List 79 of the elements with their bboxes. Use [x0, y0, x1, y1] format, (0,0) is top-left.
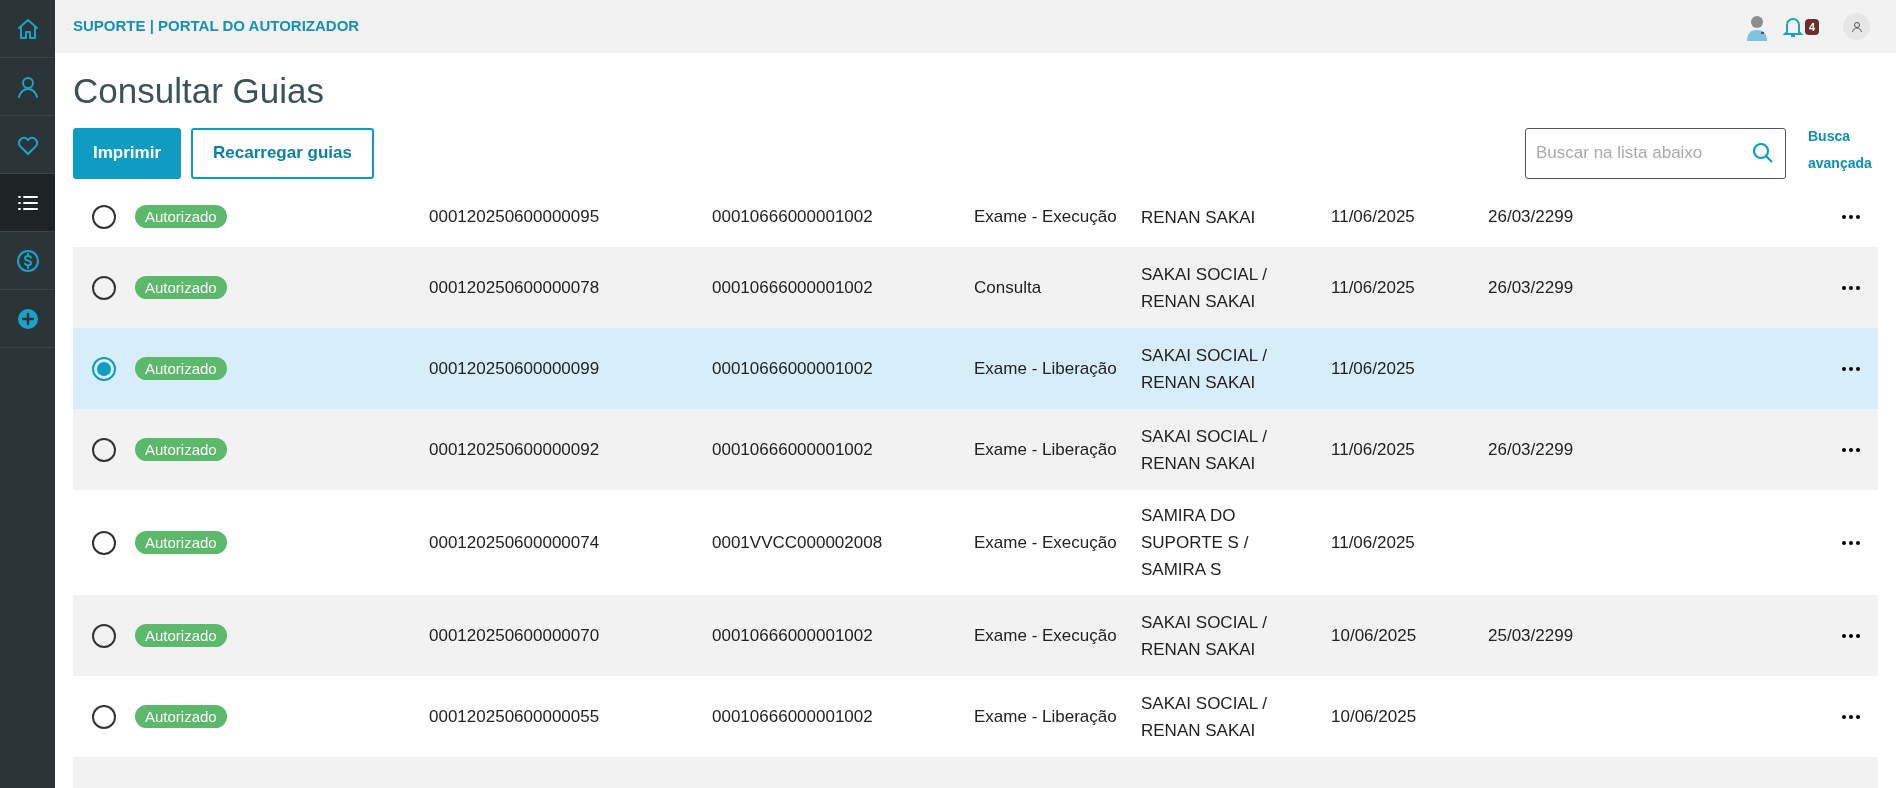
- table-row[interactable]: Autorizado 000120250600000092 00010666000001002 Exame - Liberação SAKAI SOCIAL / RENAN SAKAI 11/06/2025 26/03/2299: [73, 409, 1878, 490]
- table-cell-text: 000120250600000092: [429, 438, 601, 461]
- radio-button[interactable]: [92, 530, 116, 555]
- table-cell-text: 11/06/2025: [1331, 357, 1416, 380]
- advanced-search-link[interactable]: Busca avançada: [1808, 123, 1878, 177]
- table-cell-text: 11/06/2025: [1331, 205, 1416, 228]
- dollar-icon: [15, 248, 40, 273]
- table-cell-text: Exame - Liberação: [974, 357, 1118, 380]
- table-cell-text: SAMIRA DO SUPORTE S / SAMIRA S: [1141, 505, 1250, 581]
- table-cell-text: 00010666000001002: [712, 624, 874, 647]
- user-menu-button[interactable]: [1843, 13, 1870, 40]
- page-title: Consultar Guias: [73, 70, 325, 112]
- table-cell-text: 00010666000001002: [712, 438, 874, 461]
- notification-count: 4: [1804, 18, 1819, 35]
- table-cell-text: Exame - Execução: [974, 531, 1118, 554]
- table-cell-text: 10/06/2025: [1331, 705, 1418, 728]
- table-cell-text: SAKAI SOCIAL / RENAN SAKAI: [1141, 344, 1268, 394]
- home-icon: [15, 16, 40, 41]
- status-badge: Autorizado: [135, 704, 227, 728]
- more-options-icon[interactable]: [1842, 714, 1860, 719]
- more-options-icon[interactable]: [1842, 447, 1860, 452]
- table-cell-text: 10/06/2025: [1331, 624, 1418, 647]
- table-row[interactable]: Autorizado 000120250600000070 00010666000001002 Exame - Execução SAKAI SOCIAL / RENAN SAKAI 10/06/2025 25/03/2299: [73, 595, 1878, 676]
- table-cell-text: 11/06/2025: [1331, 531, 1416, 554]
- sidebar-item[interactable]: [0, 174, 55, 232]
- user-icon: [15, 74, 40, 99]
- radio-button[interactable]: [92, 623, 116, 648]
- table-row[interactable]: Autorizado 000120250600000078 00010666000001002 Consulta SAKAI SOCIAL / RENAN SAKAI 11/06/2025 26/03/2299: [73, 247, 1878, 328]
- more-options-icon[interactable]: [1842, 633, 1860, 638]
- portal-title: SUPORTE | PORTAL DO AUTORIZADOR: [73, 16, 360, 37]
- status-badge: Autorizado: [135, 530, 227, 554]
- status-badge: Autorizado: [135, 623, 227, 647]
- table-cell-text: 00010666000001002: [712, 357, 874, 380]
- table-cell-text: Exame - Liberação: [974, 438, 1118, 461]
- radio-button[interactable]: [92, 356, 116, 381]
- table-cell: 26/03/2299: [1488, 206, 1574, 226]
- table-cell-text: SAKAI SOCIAL / RENAN SAKAI: [1141, 692, 1268, 742]
- status-badge: Autorizado: [135, 275, 227, 299]
- table-cell-text: 000120250600000078: [429, 276, 601, 299]
- status-badge: Autorizado: [135, 356, 227, 380]
- table-cell-text: 000120250600000074: [429, 531, 601, 554]
- radio-button[interactable]: [92, 275, 116, 300]
- add-icon: [15, 306, 40, 331]
- table-cell: 26/03/2299: [1488, 439, 1574, 459]
- table-cell-text: 00010666000001002: [712, 276, 874, 299]
- more-options-icon[interactable]: [1842, 214, 1860, 219]
- search-field[interactable]: Buscar na lista abaixo: [1525, 127, 1786, 179]
- table-cell-text: SAKAI SOCIAL / RENAN SAKAI: [1141, 611, 1268, 661]
- radio-button[interactable]: [92, 704, 116, 729]
- reload-button[interactable]: Recarregar guias: [191, 127, 374, 179]
- table-cell-text: SAKAI SOCIAL / RENAN SAKAI: [1141, 263, 1268, 313]
- status-badge: Autorizado: [135, 204, 227, 228]
- table-cell-text: RENAN SAKAI: [1141, 207, 1257, 229]
- more-options-icon[interactable]: [1842, 285, 1860, 290]
- table-cell-text: Consulta: [974, 276, 1043, 299]
- table-cell-text: 0001VVCC000002008: [712, 531, 884, 554]
- user-icon: [1850, 20, 1863, 33]
- table-cell: 26/03/2299: [1488, 277, 1574, 297]
- table-cell-text: Exame - Execução: [974, 205, 1118, 228]
- table-cell-text: 00010666000001002: [712, 205, 874, 228]
- table-cell-text: Exame - Liberação: [974, 705, 1118, 728]
- radio-button[interactable]: [92, 437, 116, 462]
- table-cell-text: 11/06/2025: [1331, 438, 1416, 461]
- search-input[interactable]: Buscar na lista abaixo: [1536, 140, 1751, 166]
- table-cell-text: 000120250600000095: [429, 205, 601, 228]
- table-row[interactable]: Autorizado 000120250600000099 00010666000001002 Exame - Liberação SAKAI SOCIAL / RENAN SAKAI 11/06/2025: [73, 328, 1878, 409]
- table-cell-text: 000120250600000070: [429, 624, 601, 647]
- table-cell-text: 000120250600000055: [429, 705, 601, 728]
- table-cell-text: 11/06/2025: [1331, 276, 1416, 299]
- search-icon: [1751, 141, 1775, 165]
- table-cell-text: 00010666000001002: [712, 705, 874, 728]
- table-cell-text: 000120250600000099: [429, 357, 601, 380]
- more-options-icon[interactable]: [1842, 540, 1860, 545]
- radio-button[interactable]: [92, 204, 116, 229]
- table-cell: 25/03/2299: [1488, 625, 1574, 645]
- status-badge: Autorizado: [135, 437, 227, 461]
- table-cell-text: Exame - Execução: [974, 624, 1118, 647]
- more-options-icon[interactable]: [1842, 366, 1860, 371]
- table-cell-text: SAKAI SOCIAL / RENAN SAKAI: [1141, 425, 1268, 475]
